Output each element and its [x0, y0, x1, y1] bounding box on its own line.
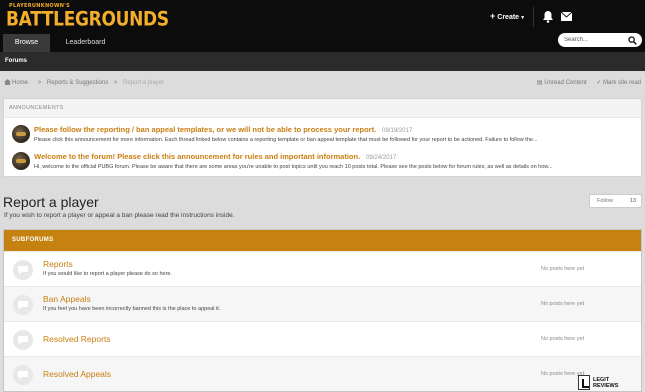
announcement-date: 09/19/2017: [382, 128, 413, 134]
announcement-item: Welcome to the forum! Please click this …: [4, 149, 641, 175]
header-divider: [533, 7, 534, 27]
avatar[interactable]: [12, 125, 30, 143]
avatar[interactable]: [12, 152, 30, 170]
subforum-title-link[interactable]: Ban Appeals: [43, 294, 91, 304]
mail-icon[interactable]: [561, 12, 572, 21]
announcement-date: 09/24/2017: [366, 155, 397, 161]
unread-content-link[interactable]: ▤ Unread Content: [537, 80, 587, 86]
announcement-title-link[interactable]: Please follow the reporting / ban appeal…: [34, 125, 412, 134]
create-button[interactable]: + Create▼: [490, 11, 525, 21]
home-icon: [4, 79, 11, 85]
follow-button[interactable]: Follow 13: [589, 194, 642, 208]
announcements-panel: ANNOUNCEMENTS Please follow the reportin…: [3, 98, 642, 177]
subnav-forums-link[interactable]: Forums: [5, 58, 27, 64]
main-nav: Browse Leaderboard: [0, 34, 645, 52]
subforum-last-post: No posts here yet: [541, 336, 585, 342]
subforum-row: Resolved Appeals No posts here yet: [4, 356, 641, 391]
subforum-row: Resolved Reports No posts here yet: [4, 321, 641, 356]
breadcrumb-home[interactable]: Home: [4, 79, 32, 86]
watermark-text: LEGIT REVIEWS: [593, 377, 618, 389]
site-logo[interactable]: PLAYERUNKNOWN'S BATTLEGROUNDS: [6, 3, 169, 31]
search-input[interactable]: [564, 35, 624, 45]
forum-bubble-icon: [13, 365, 33, 385]
announcement-item: Please follow the reporting / ban appeal…: [4, 122, 641, 148]
check-icon: ✓: [596, 80, 603, 86]
watermark-line2: REVIEWS: [593, 383, 619, 389]
announcement-title: Welcome to the forum! Please click this …: [34, 152, 361, 161]
watermark-icon: [578, 375, 590, 390]
tab-browse[interactable]: Browse: [3, 34, 50, 52]
subforum-description: If you feel you have been incorrectly ba…: [43, 306, 221, 312]
forum-bubble-icon: [13, 260, 33, 280]
page-description: If you wish to report a player or appeal…: [4, 212, 235, 219]
announcements-heading: ANNOUNCEMENTS: [9, 105, 64, 111]
forum-bubble-icon: [13, 330, 33, 350]
logo-big-text: BATTLEGROUNDS: [6, 8, 169, 31]
top-header: PLAYERUNKNOWN'S BATTLEGROUNDS + Create▼: [0, 0, 645, 34]
mark-site-read-label: Mark site read: [602, 80, 641, 86]
breadcrumb-current: Report a player: [123, 80, 165, 86]
follow-label: Follow: [597, 198, 613, 204]
subforums-header: SUBFORUMS: [4, 230, 641, 251]
follow-count: 13: [630, 198, 637, 204]
announcement-title: Please follow the reporting / ban appeal…: [34, 125, 377, 134]
announcements-header: ANNOUNCEMENTS: [4, 99, 641, 118]
breadcrumb: Home > Reports & Suggestions > Report a …: [4, 79, 168, 86]
forums-subnav: Forums: [0, 52, 645, 71]
mark-site-read-link[interactable]: ✓ Mark site read: [596, 80, 641, 86]
search-icon[interactable]: [628, 36, 637, 45]
watermark-logo: LEGIT REVIEWS: [578, 375, 642, 390]
subforums-heading: SUBFORUMS: [12, 237, 54, 243]
caret-down-icon: ▼: [520, 15, 526, 21]
subforums-panel: SUBFORUMS Reports If you would like to r…: [3, 229, 642, 392]
subforum-row: Ban Appeals If you feel you have been in…: [4, 286, 641, 321]
announcement-title-link[interactable]: Welcome to the forum! Please click this …: [34, 152, 396, 161]
forum-bubble-icon: [13, 295, 33, 315]
tab-leaderboard[interactable]: Leaderboard: [58, 34, 113, 52]
announcement-snippet: Hi, welcome to the official PUBG forum. …: [34, 164, 553, 170]
search-box[interactable]: [558, 33, 642, 47]
subforum-row: Reports If you would like to report a pl…: [4, 251, 641, 286]
subforum-last-post: No posts here yet: [541, 301, 585, 307]
quick-links: ▤ Unread Content ✓ Mark site read: [529, 79, 641, 86]
subforum-last-post: No posts here yet: [541, 266, 585, 272]
subforum-title-link[interactable]: Reports: [43, 259, 73, 269]
breadcrumb-separator: >: [113, 80, 118, 86]
plus-icon: +: [490, 11, 496, 21]
announcement-snippet: Please click this announcement for more …: [34, 137, 538, 143]
subforum-title-link[interactable]: Resolved Appeals: [43, 369, 111, 379]
create-label: Create: [497, 14, 520, 21]
bell-icon[interactable]: [542, 10, 554, 23]
unread-content-label: Unread Content: [544, 80, 587, 86]
subforum-title-link[interactable]: Resolved Reports: [43, 334, 111, 344]
breadcrumb-home-label: Home: [12, 80, 29, 86]
page-title: Report a player: [3, 194, 99, 210]
breadcrumb-section[interactable]: Reports & Suggestions: [47, 80, 108, 86]
breadcrumb-separator: >: [37, 80, 42, 86]
subforum-description: If you would like to report a player ple…: [43, 271, 173, 277]
